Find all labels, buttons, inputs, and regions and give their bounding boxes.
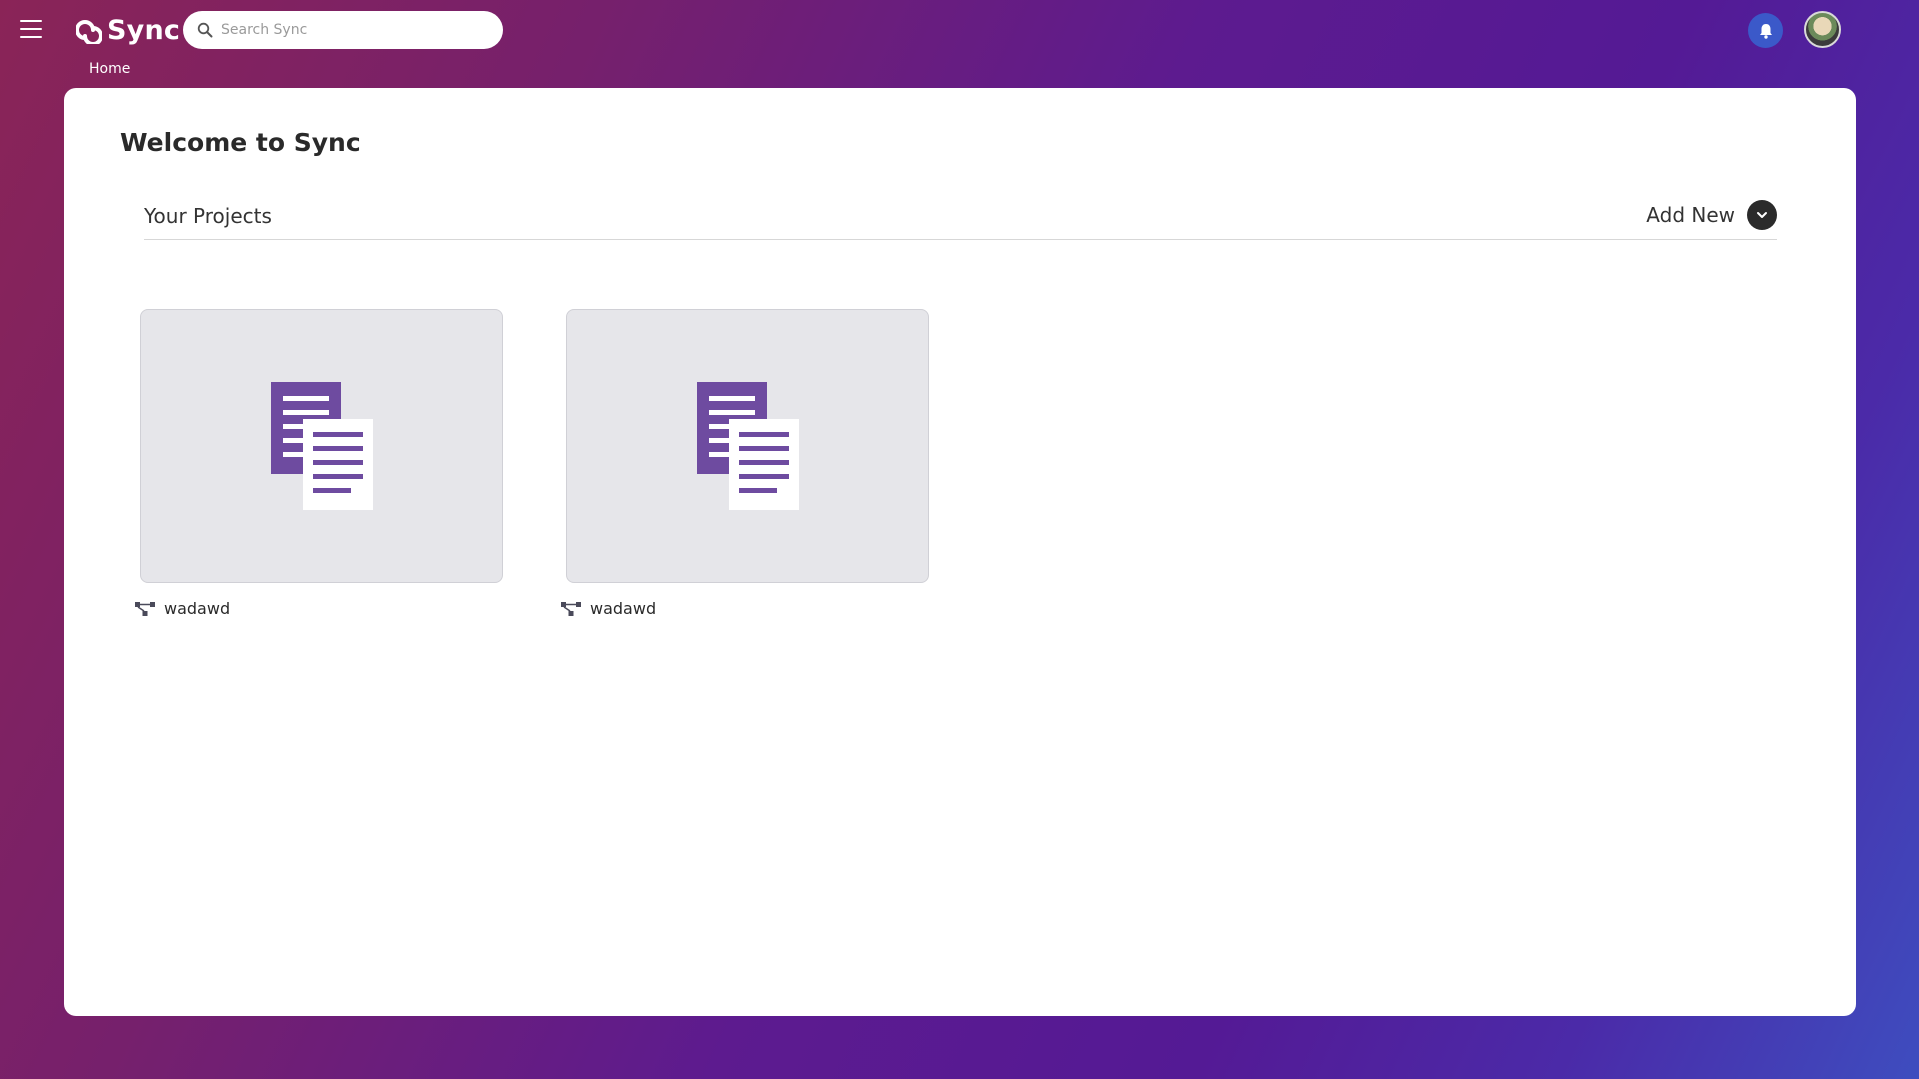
project-name[interactable]: wadawd (590, 599, 656, 618)
project-name[interactable]: wadawd (164, 599, 230, 618)
project-thumbnail[interactable] (566, 309, 929, 583)
sync-logo-icon (76, 20, 102, 44)
top-bar: Sync (0, 0, 1919, 60)
project-card[interactable]: wadawd (135, 309, 503, 618)
search-bar[interactable] (183, 11, 503, 49)
project-grid: wadawd wadawd (135, 309, 1140, 649)
hamburger-menu-icon[interactable] (20, 20, 44, 39)
section-title: Your Projects (144, 204, 272, 228)
search-input[interactable] (221, 22, 491, 38)
add-new-button[interactable]: Add New (1646, 200, 1777, 230)
user-avatar[interactable] (1804, 11, 1841, 48)
documents-icon (696, 382, 799, 510)
project-thumbnail[interactable] (140, 309, 503, 583)
app-name: Sync (107, 14, 181, 46)
chevron-down-icon (1757, 212, 1767, 218)
project-meta: wadawd (135, 599, 503, 618)
project-card[interactable]: wadawd (561, 309, 929, 618)
page-title: Welcome to Sync (120, 128, 361, 157)
breadcrumb-home[interactable]: Home (89, 61, 130, 77)
add-new-dropdown[interactable] (1747, 200, 1777, 230)
notifications-button[interactable] (1748, 13, 1783, 48)
project-meta: wadawd (561, 599, 929, 618)
documents-icon (270, 382, 373, 510)
search-icon (197, 22, 213, 38)
workflow-icon (561, 601, 581, 616)
main-panel: Welcome to Sync Your Projects Add New wa… (64, 88, 1856, 1016)
bell-icon (1759, 23, 1772, 39)
add-new-label: Add New (1646, 203, 1735, 227)
workflow-icon (135, 601, 155, 616)
app-logo[interactable]: Sync (76, 13, 180, 47)
projects-section-header: Your Projects Add New (144, 200, 1777, 240)
